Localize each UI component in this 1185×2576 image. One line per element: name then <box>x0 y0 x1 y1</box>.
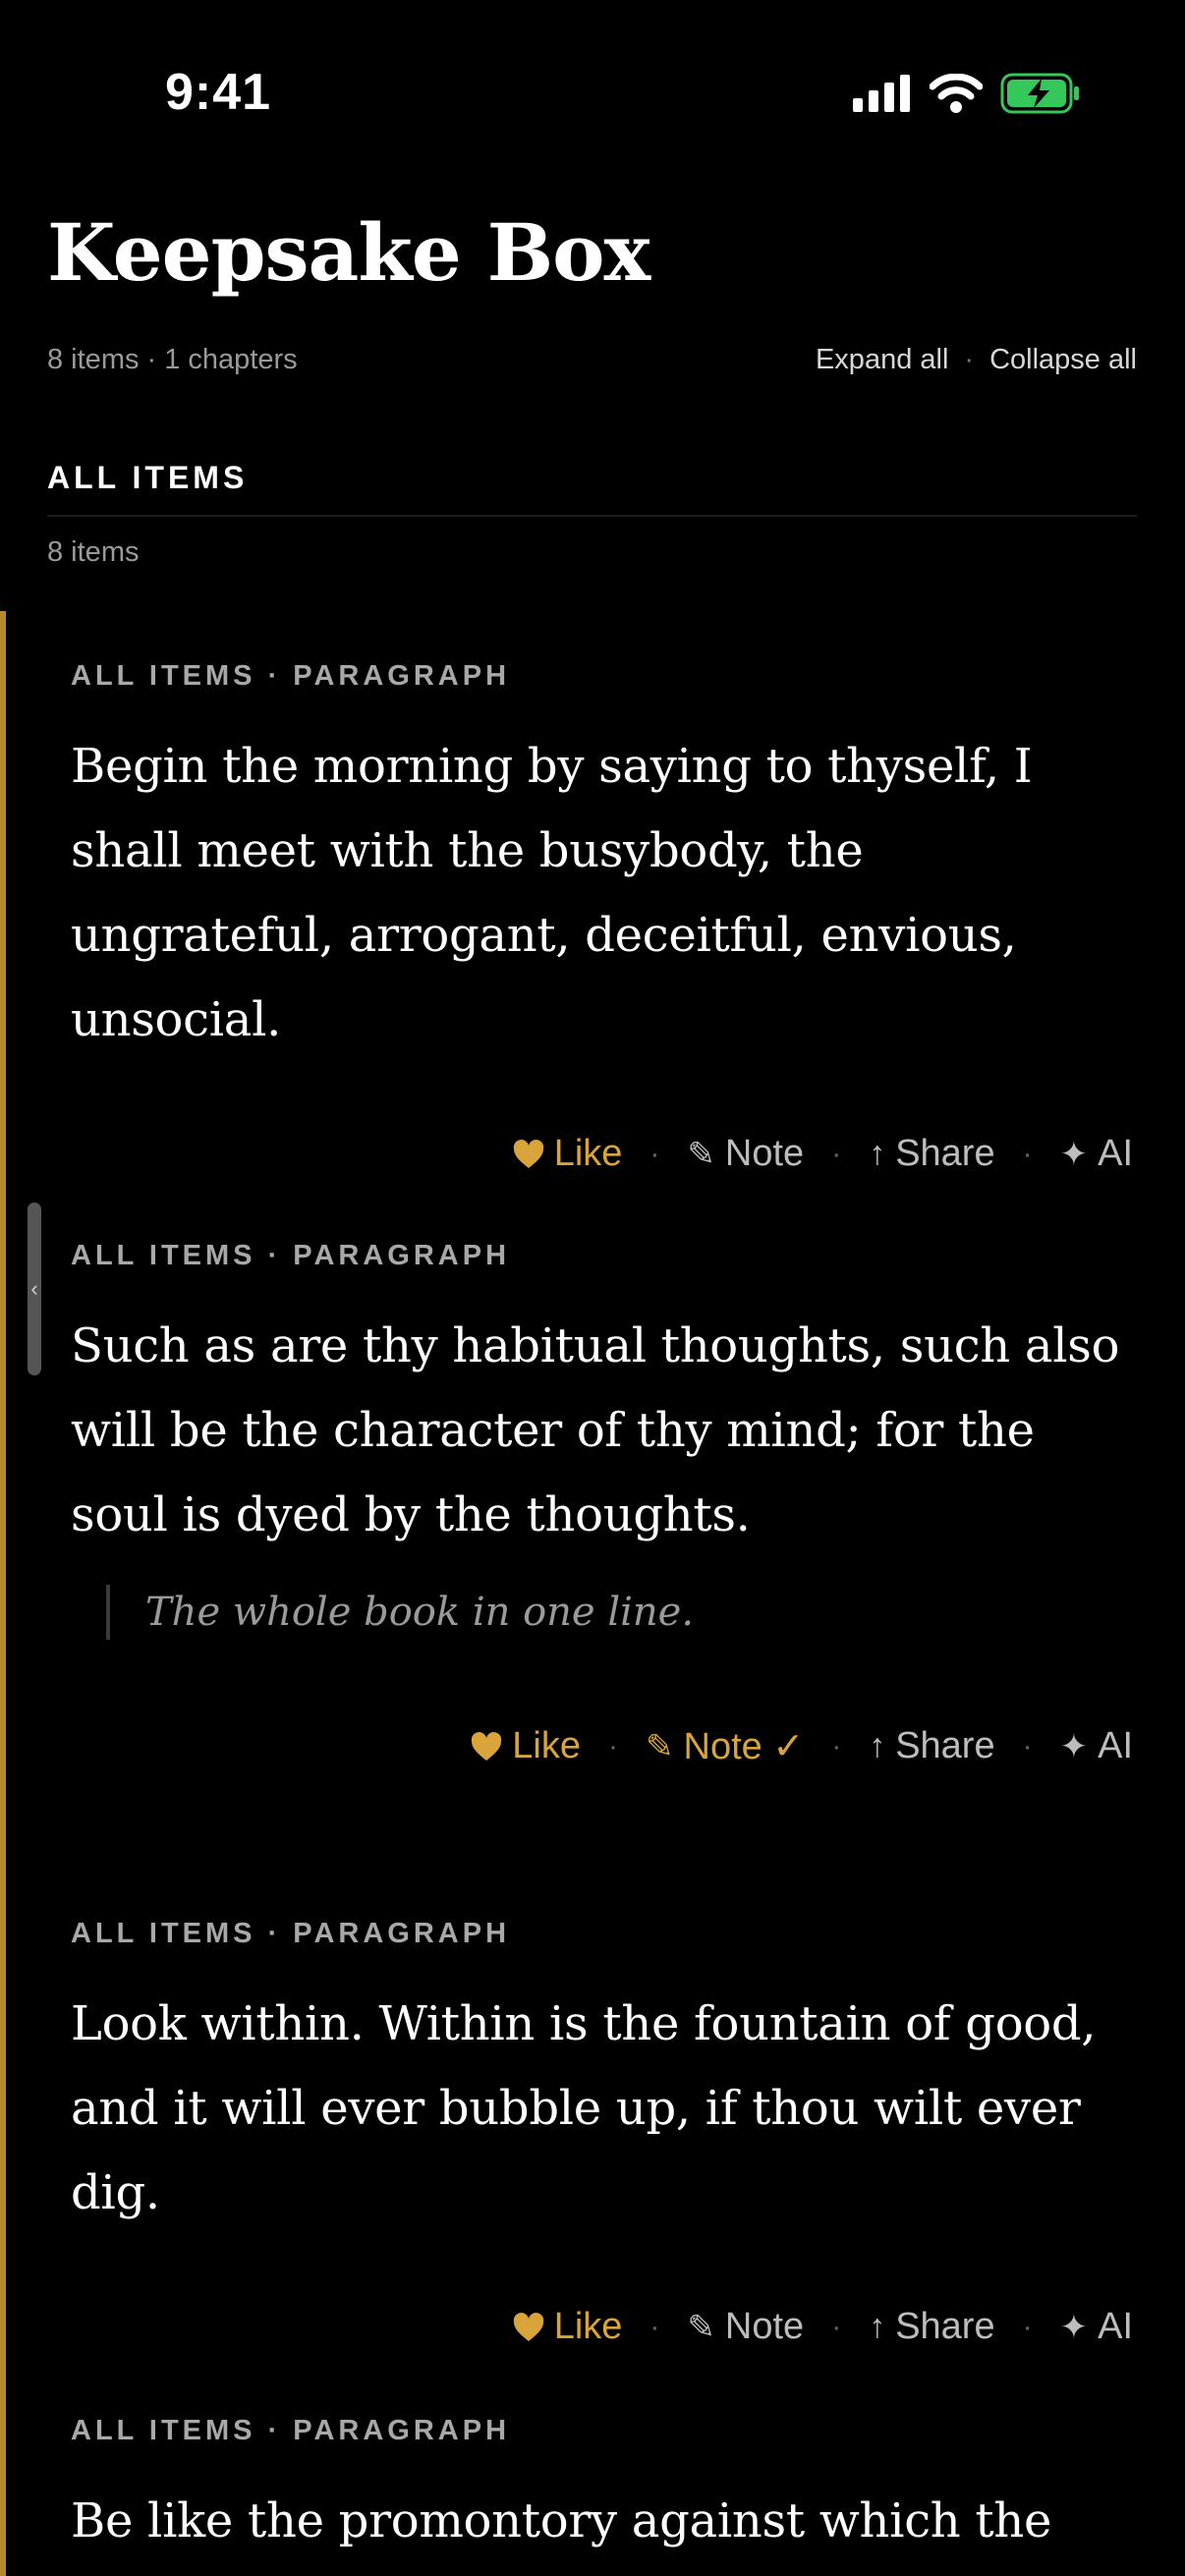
pencil-icon: ✎ <box>687 1135 715 1173</box>
note-button[interactable]: ✎ Note <box>687 1133 804 1175</box>
item-card: ALL ITEMS · PARAGRAPH Begin the morning … <box>71 660 1137 1175</box>
separator-dot: · <box>964 343 975 375</box>
card-label: ALL ITEMS · PARAGRAPH <box>71 660 511 692</box>
cellular-signal-icon <box>853 75 910 112</box>
card-label: ALL ITEMS · PARAGRAPH <box>71 1240 511 1271</box>
separator-dot: · <box>1022 1729 1033 1763</box>
status-bar: 9:41 <box>0 0 1185 187</box>
card-label: ALL ITEMS · PARAGRAPH <box>71 2415 511 2446</box>
card-actions: Like · ✎ Note ✓ · ↑ Share · ✦ AI <box>71 1724 1133 1768</box>
arrow-up-icon: ↑ <box>869 1135 886 1172</box>
card-text[interactable]: Such as are thy habitual thoughts, such … <box>71 1304 1137 1557</box>
share-label: Share <box>895 1725 995 1766</box>
card-text[interactable]: Begin the morning by saying to thyself, … <box>71 724 1137 1062</box>
share-label: Share <box>895 1133 995 1174</box>
wifi-icon <box>930 74 983 113</box>
like-button[interactable]: Like <box>471 1725 581 1767</box>
heart-icon <box>513 2312 543 2341</box>
section-divider <box>47 515 1137 517</box>
heart-icon <box>513 1139 543 1168</box>
arrow-up-icon: ↑ <box>869 2308 886 2345</box>
page-title: Keepsake Box <box>47 206 650 299</box>
section-count: 8 items <box>47 536 140 568</box>
note-label: Note ✓ <box>683 1726 805 1767</box>
ai-label: AI <box>1098 2306 1133 2347</box>
separator-dot: · <box>649 1137 660 1170</box>
like-label: Like <box>553 1133 623 1174</box>
sparkle-icon: ✦ <box>1059 1135 1089 1173</box>
side-drawer-handle[interactable]: ‹ <box>28 1203 41 1375</box>
separator-dot: · <box>831 1137 842 1170</box>
section-title[interactable]: ALL ITEMS <box>47 460 248 496</box>
chevron-left-icon: ‹ <box>30 1276 38 1301</box>
note-button[interactable]: ✎ Note ✓ <box>646 1724 804 1768</box>
section-accent-rail <box>0 611 6 2576</box>
item-card: ALL ITEMS · PARAGRAPH Be like the promon… <box>71 2415 1137 2563</box>
share-button[interactable]: ↑ Share <box>869 1725 994 1767</box>
card-actions: Like · ✎ Note · ↑ Share · ✦ AI <box>71 2306 1133 2348</box>
expand-all-link[interactable]: Expand all <box>816 344 948 376</box>
ai-label: AI <box>1098 1725 1133 1766</box>
share-button[interactable]: ↑ Share <box>869 1133 994 1175</box>
heart-icon <box>472 1731 502 1761</box>
separator-dot: · <box>1022 1137 1033 1170</box>
status-time: 9:41 <box>165 64 272 121</box>
ai-button[interactable]: ✦ AI <box>1060 2306 1133 2348</box>
pencil-icon: ✎ <box>646 1727 674 1765</box>
note-label: Note <box>724 2306 805 2347</box>
separator-dot: · <box>649 2310 660 2343</box>
separator-dot: · <box>1022 2310 1033 2343</box>
ai-label: AI <box>1098 1133 1133 1174</box>
share-button[interactable]: ↑ Share <box>869 2306 994 2348</box>
battery-charging-icon <box>1000 73 1079 114</box>
item-card: ALL ITEMS · PARAGRAPH Such as are thy ha… <box>71 1240 1137 1768</box>
separator-dot: · <box>831 2310 842 2343</box>
ai-button[interactable]: ✦ AI <box>1060 1133 1133 1175</box>
card-note[interactable]: The whole book in one line. <box>106 1585 1137 1640</box>
separator-dot: · <box>608 1729 619 1763</box>
meta-row: 8 items · 1 chapters Expand all · Collap… <box>47 342 1137 377</box>
pencil-icon: ✎ <box>687 2308 715 2346</box>
card-text[interactable]: Be like the promontory against which the <box>71 2479 1137 2563</box>
card-label: ALL ITEMS · PARAGRAPH <box>71 1918 511 1949</box>
separator-dot: · <box>831 1729 842 1763</box>
like-button[interactable]: Like <box>513 2306 623 2348</box>
sparkle-icon: ✦ <box>1059 2308 1089 2346</box>
note-label: Note <box>724 1133 805 1174</box>
note-button[interactable]: ✎ Note <box>687 2306 804 2348</box>
share-label: Share <box>895 2306 995 2347</box>
collapse-all-link[interactable]: Collapse all <box>989 344 1137 376</box>
ai-button[interactable]: ✦ AI <box>1060 1725 1133 1767</box>
card-text[interactable]: Look within. Within is the fountain of g… <box>71 1982 1137 2235</box>
like-label: Like <box>553 2306 623 2347</box>
collection-meta: 8 items · 1 chapters <box>47 343 298 375</box>
expand-collapse-links: Expand all · Collapse all <box>816 344 1137 376</box>
status-icons <box>853 73 1081 114</box>
item-card: ALL ITEMS · PARAGRAPH Look within. Withi… <box>71 1918 1137 2348</box>
arrow-up-icon: ↑ <box>869 1727 886 1764</box>
card-actions: Like · ✎ Note · ↑ Share · ✦ AI <box>71 1133 1133 1175</box>
like-label: Like <box>512 1725 582 1766</box>
sparkle-icon: ✦ <box>1059 1727 1089 1765</box>
like-button[interactable]: Like <box>513 1133 623 1175</box>
